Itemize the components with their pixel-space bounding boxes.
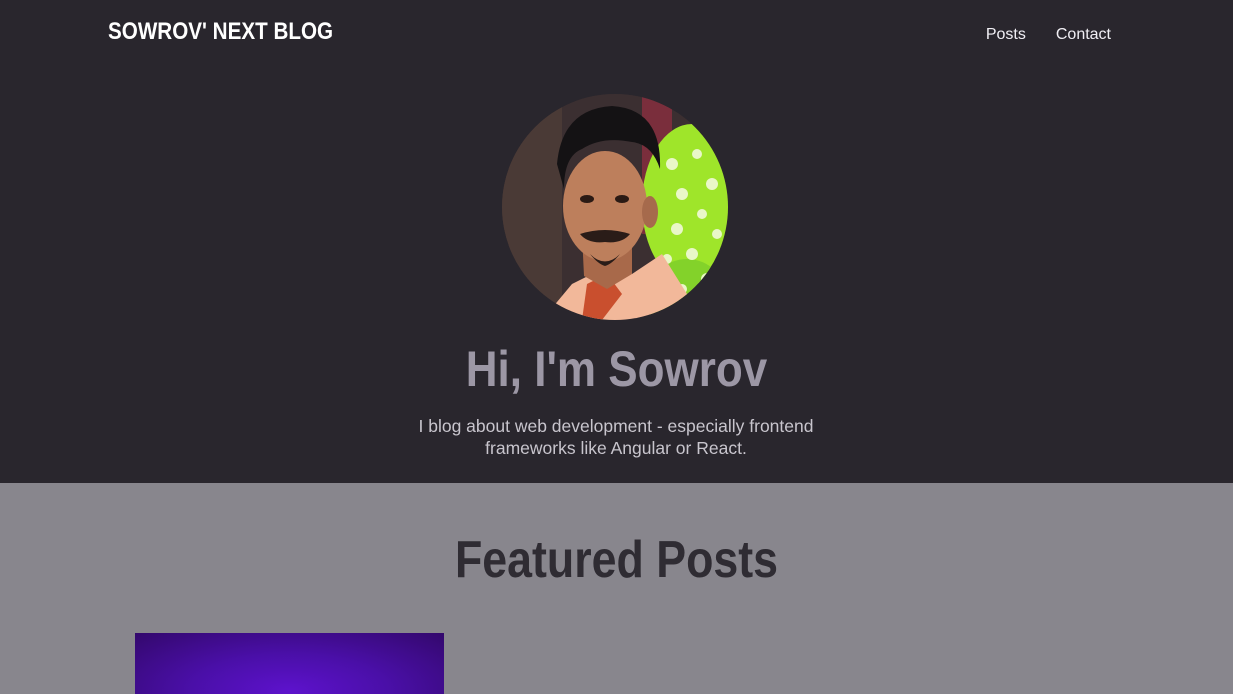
site-logo[interactable]: SOWROV' NEXT BLOG — [108, 18, 333, 46]
site-header: SOWROV' NEXT BLOG Posts Contact — [0, 0, 1233, 72]
hero-title: Hi, I'm Sowrov — [465, 341, 768, 397]
avatar-photo-illustration — [502, 94, 728, 320]
main-nav: Posts Contact — [986, 26, 1111, 44]
hero-section: Hi, I'm Sowrov I blog about web developm… — [0, 72, 1233, 483]
avatar — [502, 94, 728, 320]
featured-posts-title: Featured Posts — [454, 531, 779, 589]
nav-link-contact[interactable]: Contact — [1056, 26, 1111, 44]
nav-link-posts[interactable]: Posts — [986, 26, 1026, 44]
hero-description: I blog about web development - especiall… — [418, 416, 814, 458]
featured-post-card[interactable] — [135, 633, 444, 694]
